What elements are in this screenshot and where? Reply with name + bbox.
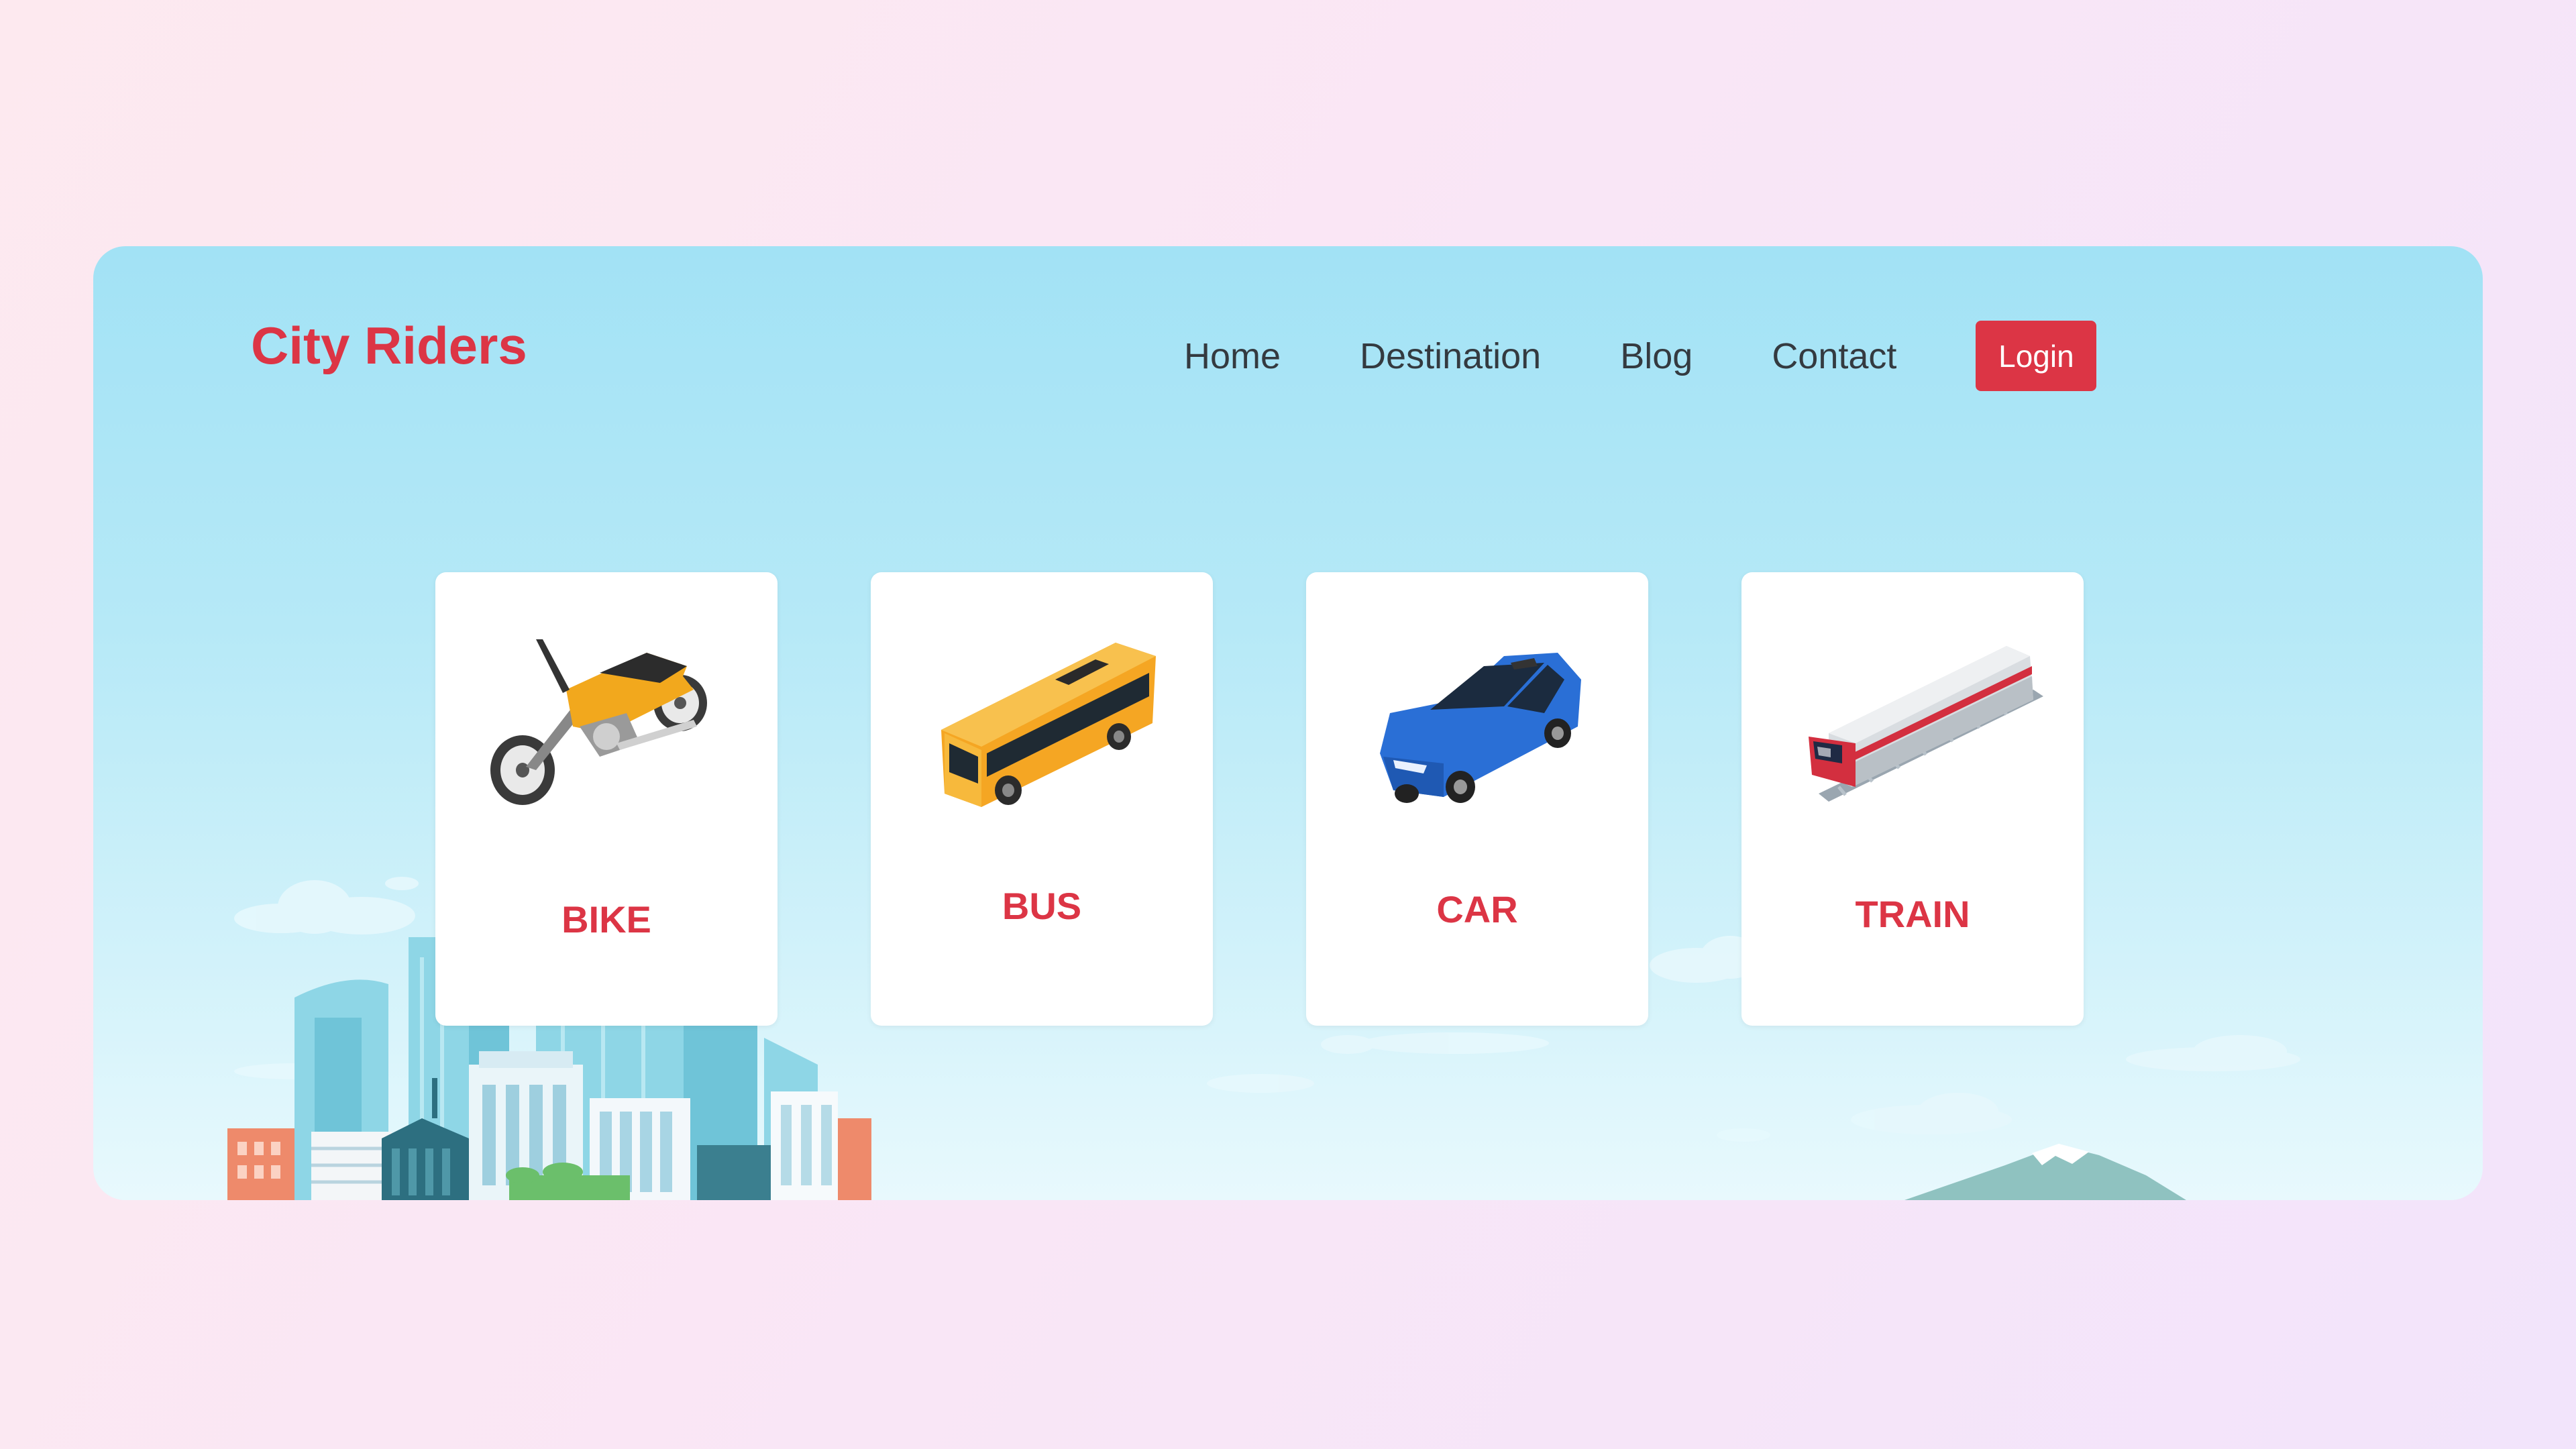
nav-destination[interactable]: Destination — [1360, 335, 1541, 377]
vehicle-card-bike[interactable]: BIKE — [435, 572, 777, 1026]
main-nav: Home Destination Blog Contact Login — [1184, 321, 2097, 391]
hero-panel: City Riders Home Destination Blog Contac… — [93, 246, 2483, 1200]
nav-home[interactable]: Home — [1184, 335, 1281, 377]
brand-logo[interactable]: City Riders — [251, 315, 527, 376]
motorcycle-icon — [490, 639, 707, 805]
vehicle-label-train: TRAIN — [1855, 893, 1970, 935]
train-icon — [1809, 646, 2043, 802]
vehicle-card-bus[interactable]: BUS — [871, 572, 1213, 1026]
nav-contact[interactable]: Contact — [1772, 335, 1896, 377]
vehicle-label-bus: BUS — [1002, 885, 1082, 927]
vehicle-card-car[interactable]: CAR — [1306, 572, 1648, 1026]
vehicle-label-car: CAR — [1436, 888, 1518, 930]
car-icon — [1380, 653, 1581, 803]
login-button[interactable]: Login — [1976, 321, 2097, 391]
bus-icon — [941, 643, 1156, 807]
vehicle-card-train[interactable]: TRAIN — [1741, 572, 2084, 1026]
nav-blog[interactable]: Blog — [1620, 335, 1693, 377]
vehicle-label-bike: BIKE — [561, 898, 651, 941]
